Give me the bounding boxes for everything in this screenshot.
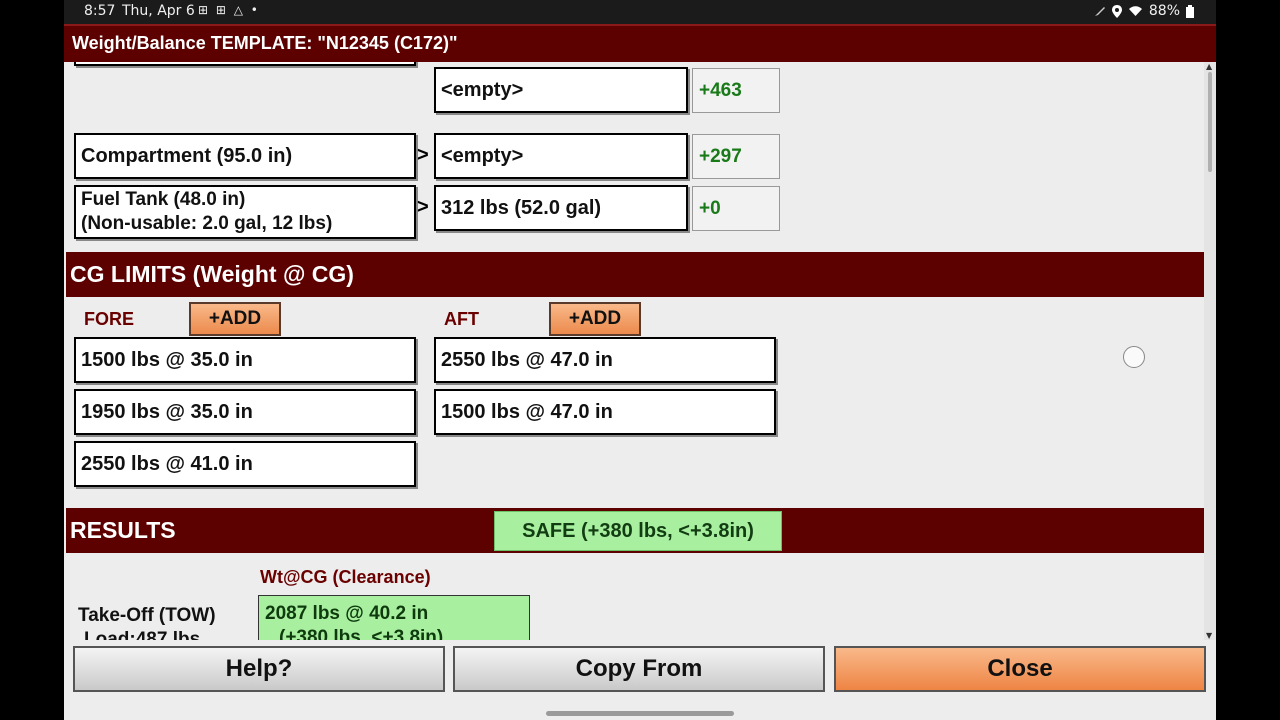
wifi-icon [1128, 6, 1142, 16]
station-row0-delta: +463 [692, 68, 780, 113]
aft-heading: AFT [444, 309, 479, 329]
window-title: Weight/Balance TEMPLATE: "N12345 (C172)" [72, 33, 458, 53]
vertical-scrollbar[interactable]: ▲ ▼ [1204, 62, 1216, 640]
close-button[interactable]: Close [834, 646, 1206, 692]
home-gesture-handle[interactable] [546, 711, 734, 716]
station-row2-delta: +0 [692, 186, 780, 231]
fore-limit-item[interactable]: 1950 lbs @ 35.0 in [74, 389, 416, 435]
fore-limit-item[interactable]: 1500 lbs @ 35.0 in [74, 337, 416, 383]
fore-heading: FORE [84, 309, 135, 329]
tow-result-box: 2087 lbs @ 40.2 in (+380 lbs, <+3.8in) [258, 595, 530, 640]
station-row2-label[interactable]: Fuel Tank (48.0 in) (Non-usable: 2.0 gal… [74, 185, 416, 239]
fuel-tank-label: Fuel Tank (48.0 in) [81, 189, 246, 210]
station-row1-arrow: > [417, 144, 429, 166]
scroll-up-arrow-icon[interactable]: ▲ [1206, 62, 1212, 71]
tow-load-label: Load:487 lbs [84, 629, 201, 640]
help-button[interactable]: Help? [73, 646, 445, 692]
battery-level: 88% [1148, 3, 1180, 19]
fuel-nonusable-label: (Non-usable: 2.0 gal, 12 lbs) [81, 213, 333, 234]
pen-icon [1094, 7, 1105, 16]
station-row2-arrow: > [417, 196, 429, 218]
floating-touch-indicator[interactable] [1123, 346, 1145, 368]
aft-limit-item[interactable]: 2550 lbs @ 47.0 in [434, 337, 776, 383]
station-row1-delta: +297 [692, 134, 780, 179]
status-bar: 8:57 Thu, Apr 6 ⊞ ⊞ △ • 88% [64, 0, 1216, 24]
station-row0-label[interactable] [74, 62, 416, 66]
notification-icons: ⊞ ⊞ △ • [198, 3, 260, 17]
station-row1-label[interactable]: Compartment (95.0 in) [74, 133, 416, 179]
results-title: RESULTS [70, 517, 176, 543]
clock: 8:57 [84, 3, 116, 19]
location-icon [1111, 4, 1122, 18]
fore-add-button[interactable]: +ADD [189, 302, 281, 336]
bottom-button-bar: Help? Copy From Close [64, 640, 1216, 708]
station-row1-value[interactable]: <empty> [434, 133, 688, 179]
date: Thu, Apr 6 [122, 3, 195, 19]
aft-add-button[interactable]: +ADD [549, 302, 641, 336]
cg-limits-header: CG LIMITS (Weight @ CG) [66, 252, 1204, 297]
scroll-thumb[interactable] [1208, 72, 1212, 172]
status-right: 88% [1094, 3, 1194, 19]
copy-from-button[interactable]: Copy From [453, 646, 825, 692]
results-column-header: Wt@CG (Clearance) [260, 567, 431, 587]
tablet-screen: 8:57 Thu, Apr 6 ⊞ ⊞ △ • 88% Weight/Balan… [64, 0, 1216, 720]
scroll-content[interactable]: <empty> +463 Compartment (95.0 in) > <em… [64, 62, 1204, 640]
tow-result-line2: (+380 lbs, <+3.8in) [279, 627, 444, 640]
scroll-down-arrow-icon[interactable]: ▼ [1206, 631, 1212, 640]
tow-result-line1: 2087 lbs @ 40.2 in [265, 603, 429, 624]
battery-icon [1186, 4, 1194, 18]
title-bar: Weight/Balance TEMPLATE: "N12345 (C172)" [64, 24, 1216, 62]
safe-status-badge: SAFE (+380 lbs, <+3.8in) [494, 511, 782, 551]
cg-limits-title: CG LIMITS (Weight @ CG) [70, 261, 354, 287]
station-row0-value[interactable]: <empty> [434, 67, 688, 113]
station-row2-value[interactable]: 312 lbs (52.0 gal) [434, 185, 688, 231]
aft-limit-item[interactable]: 1500 lbs @ 47.0 in [434, 389, 776, 435]
system-nav-bar [64, 708, 1216, 720]
tow-label: Take-Off (TOW) [78, 605, 216, 626]
fore-limit-item[interactable]: 2550 lbs @ 41.0 in [74, 441, 416, 487]
